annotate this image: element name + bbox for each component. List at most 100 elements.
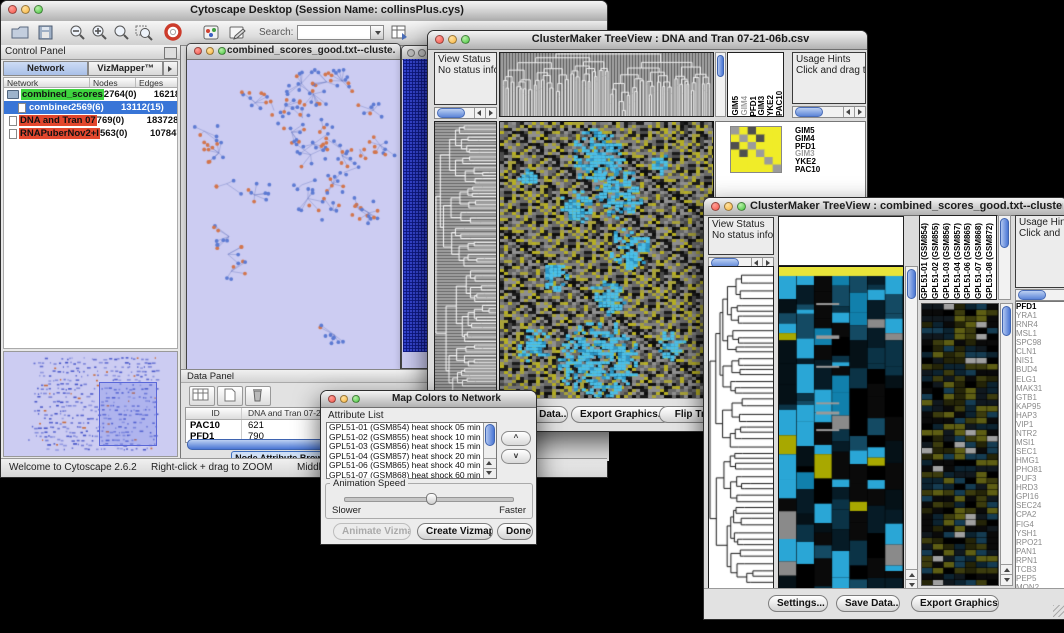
new-attribute-icon[interactable] <box>217 386 243 406</box>
gene-label[interactable]: SPC98 <box>1016 338 1064 347</box>
gene-label[interactable]: CPA2 <box>1016 510 1064 519</box>
tab-network[interactable]: Network <box>3 61 88 76</box>
gene-label[interactable]: PAN1 <box>1016 547 1064 556</box>
gene-label[interactable]: CLN1 <box>1016 347 1064 356</box>
heatmap-main[interactable] <box>499 121 714 401</box>
help-lifebuoy-icon[interactable] <box>163 23 185 42</box>
close-button[interactable] <box>711 202 720 211</box>
gene-label[interactable]: VIP1 <box>1016 420 1064 429</box>
scroll-thumb[interactable] <box>907 269 916 299</box>
minimize-button[interactable] <box>724 202 733 211</box>
zoom-in-icon[interactable] <box>89 23 111 42</box>
attribute-list-vscrollbar[interactable] <box>483 423 496 478</box>
minimize-button[interactable] <box>21 5 30 14</box>
scroll-left-arrow[interactable] <box>474 108 485 118</box>
minimize-button[interactable] <box>418 49 426 57</box>
scroll-down-arrow[interactable] <box>1001 574 1012 585</box>
gene-label[interactable]: PAC10 <box>795 166 820 174</box>
network-list-row[interactable]: combined_sco 2569(6) 13112(15) <box>4 101 177 114</box>
dialog-titlebar[interactable]: Map Colors to Network <box>321 391 536 408</box>
open-file-icon[interactable] <box>9 23 31 42</box>
vizmapper-icon[interactable] <box>201 23 223 42</box>
scroll-thumb[interactable] <box>1000 218 1009 248</box>
search-dropdown-button[interactable] <box>370 25 384 40</box>
zoom-out-icon[interactable] <box>67 23 89 42</box>
gene-label[interactable]: GPI16 <box>1016 492 1064 501</box>
gene-label[interactable]: RPO21 <box>1016 538 1064 547</box>
minimize-button[interactable] <box>206 47 214 55</box>
tab-vizmapper[interactable]: VizMapper™ <box>88 61 163 76</box>
zoom-button[interactable] <box>352 395 360 403</box>
network-list-row[interactable]: RNAPuberNov2+I 563(0) 107847(0) <box>4 127 177 140</box>
row-dendrogram[interactable] <box>434 121 497 401</box>
gene-label[interactable]: PEP5 <box>1016 574 1064 583</box>
scroll-thumb[interactable] <box>1018 290 1046 300</box>
overview-viewport-rect[interactable] <box>99 382 157 446</box>
cytoscape-titlebar[interactable]: Cytoscape Desktop (Session Name: collins… <box>1 1 607 22</box>
network-list-row[interactable]: combined_scores 2764(0) 16218(0) <box>4 88 177 101</box>
close-button[interactable] <box>328 395 336 403</box>
gene-label[interactable]: SEC1 <box>1016 447 1064 456</box>
gene-label[interactable]: TCB3 <box>1016 565 1064 574</box>
gene-label[interactable]: MSL1 <box>1016 329 1064 338</box>
resize-grip[interactable] <box>1053 605 1064 617</box>
settings-button[interactable]: Settings... <box>768 595 828 612</box>
network-overview-panel[interactable] <box>3 351 178 457</box>
zoom-selected-icon[interactable] <box>133 23 155 42</box>
gene-label[interactable]: RPN1 <box>1016 556 1064 565</box>
scroll-thumb[interactable] <box>1002 306 1011 336</box>
save-icon[interactable] <box>35 23 57 42</box>
heatmap-vscrollbar[interactable] <box>715 52 726 117</box>
gene-label[interactable]: PHO81 <box>1016 465 1064 474</box>
zoom-button[interactable] <box>461 35 470 44</box>
gene-label[interactable]: KAP95 <box>1016 402 1064 411</box>
minimize-button[interactable] <box>340 395 348 403</box>
global-view-vscrollbar[interactable] <box>1000 303 1013 586</box>
network-list-row[interactable]: DNA and Tran 07 769(0) 183728(0) <box>4 114 177 127</box>
attribute-select-icon[interactable] <box>189 386 215 406</box>
minimize-button[interactable] <box>448 35 457 44</box>
gene-label[interactable]: HRD3 <box>1016 483 1064 492</box>
close-button[interactable] <box>407 49 415 57</box>
heatmap-vscrollbar[interactable] <box>905 266 918 591</box>
save-data-button[interactable]: Save Data... <box>836 595 900 612</box>
gene-label[interactable]: SEC24 <box>1016 501 1064 510</box>
treeview-combined-titlebar[interactable]: ClusterMaker TreeView : combined_scores_… <box>704 198 1064 216</box>
scroll-right-arrow[interactable] <box>485 108 496 118</box>
row-dendrogram[interactable] <box>708 266 774 591</box>
tab-overflow-arrow[interactable] <box>163 61 178 76</box>
gene-label[interactable]: YRA1 <box>1016 311 1064 320</box>
create-vizmap-button[interactable]: Create Vizmap <box>417 523 493 540</box>
gene-label[interactable]: BUD4 <box>1016 365 1064 374</box>
scroll-thumb[interactable] <box>485 424 495 446</box>
scroll-left-arrow[interactable] <box>843 107 854 117</box>
gene-label[interactable]: RNR4 <box>1016 320 1064 329</box>
done-button[interactable]: Done <box>497 523 533 540</box>
gene-label[interactable]: PFD1 <box>1016 302 1064 311</box>
animate-vizmap-button[interactable]: Animate Vizmap <box>333 523 411 540</box>
scroll-down-arrow[interactable] <box>484 468 496 478</box>
gene-label[interactable]: FIG4 <box>1016 520 1064 529</box>
float-panel-icon[interactable] <box>164 47 177 59</box>
zoom-button[interactable] <box>218 47 226 55</box>
gene-label[interactable]: MAK31 <box>1016 384 1064 393</box>
zoom-button[interactable] <box>34 5 43 14</box>
treeview-dna-titlebar[interactable]: ClusterMaker TreeView : DNA and Tran 07-… <box>428 31 867 50</box>
usage-hints-scrollbar[interactable] <box>1015 289 1064 301</box>
move-up-button[interactable]: ^ <box>501 431 531 446</box>
network-view-titlebar[interactable]: combined_scores_good.txt--cluste... <box>187 44 400 60</box>
gene-label[interactable]: HAP3 <box>1016 411 1064 420</box>
scroll-right-arrow[interactable] <box>854 107 865 117</box>
gene-label[interactable]: HMG1 <box>1016 456 1064 465</box>
gene-label[interactable]: NTR2 <box>1016 429 1064 438</box>
annotation-icon[interactable] <box>227 23 249 42</box>
heatmap-main[interactable] <box>778 266 904 591</box>
global-heatmap-thumbnail[interactable] <box>730 126 782 173</box>
delete-attribute-icon[interactable] <box>245 386 271 406</box>
column-dendrogram[interactable] <box>499 52 714 117</box>
slider-thumb[interactable] <box>426 493 437 505</box>
export-graphics-button[interactable]: Export Graphics... <box>571 406 671 423</box>
zoom-fit-icon[interactable] <box>111 23 133 42</box>
view-status-scrollbar[interactable] <box>434 107 497 119</box>
gene-label[interactable]: MSI1 <box>1016 438 1064 447</box>
